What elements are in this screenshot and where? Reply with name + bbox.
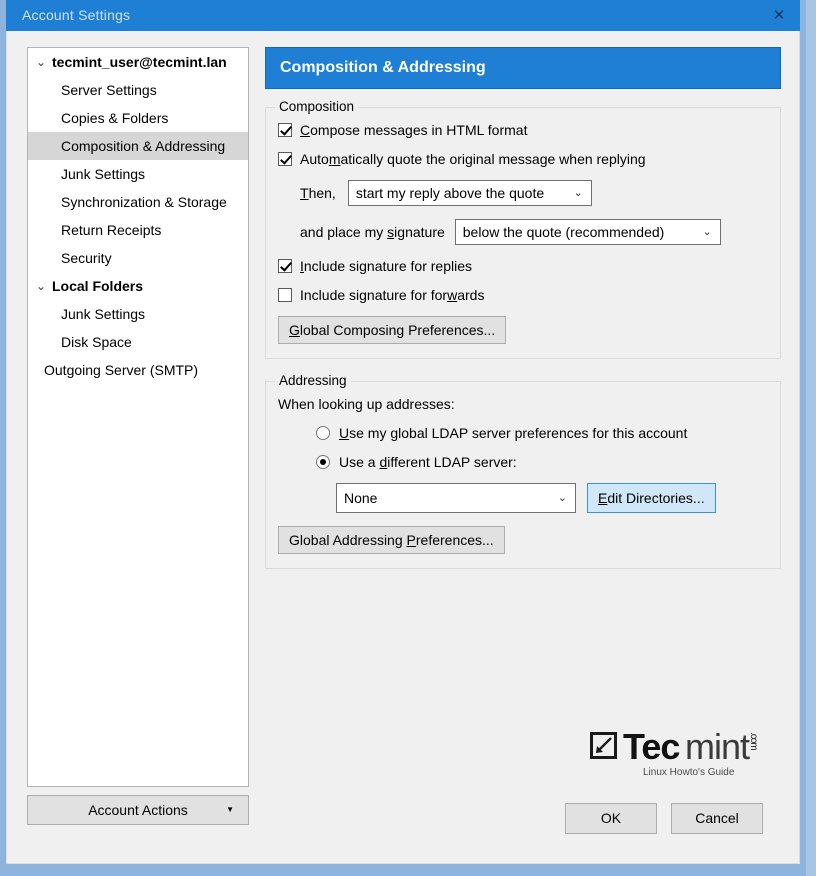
chevron-down-icon: ▼: [226, 805, 234, 814]
sidebar-item[interactable]: ⌄ tecmint_user@tecmint.lan: [28, 48, 248, 76]
sidebar-item-label: Composition & Addressing: [61, 138, 226, 154]
chevron-down-icon: ⌄: [573, 187, 583, 199]
sidebar-item[interactable]: Junk Settings: [28, 160, 248, 188]
sidebar-item-label: Security: [61, 250, 112, 266]
signature-forwards-checkbox[interactable]: [278, 288, 292, 302]
title-bar: Account Settings ✕: [6, 0, 800, 31]
page-title: Composition & Addressing: [265, 47, 781, 89]
lookup-addresses-label: When looking up addresses:: [278, 396, 455, 412]
edit-directories-label: dit Directories...: [607, 490, 705, 506]
chevron-down-icon: ⌄: [557, 492, 567, 504]
compose-html-row[interactable]: Compose messages in HTML format: [278, 122, 768, 138]
sidebar-item[interactable]: Composition & Addressing: [28, 132, 248, 160]
settings-pane: Composition & Addressing Composition Com…: [265, 47, 781, 569]
sidebar-item[interactable]: Synchronization & Storage: [28, 188, 248, 216]
cancel-button[interactable]: Cancel: [671, 803, 763, 834]
signature-position-label: and place my signature: [300, 224, 445, 240]
logo-suffix: .com: [748, 732, 759, 750]
signature-position-value: below the quote (recommended): [462, 224, 665, 240]
sidebar-item-label: Synchronization & Storage: [61, 194, 227, 210]
diagonal-arrow-icon: [596, 737, 612, 753]
ldap-server-row: None ⌄ Edit Directories...: [336, 483, 768, 513]
auto-quote-row[interactable]: Automatically quote the original message…: [278, 151, 768, 167]
sidebar-item-label: tecmint_user@tecmint.lan: [52, 54, 227, 70]
compose-html-checkbox[interactable]: [278, 123, 292, 137]
global-composing-preferences-label: lobal Composing Preferences...: [299, 322, 496, 338]
global-addressing-row: Global Addressing Preferences...: [278, 526, 768, 554]
reply-position-select[interactable]: start my reply above the quote ⌄: [347, 180, 592, 206]
different-ldap-label: Use a different LDAP server:: [339, 454, 517, 470]
signature-position-select[interactable]: below the quote (recommended) ⌄: [454, 219, 721, 245]
window-scrollbar-track[interactable]: [806, 0, 816, 876]
global-composing-row: Global Composing Preferences...: [278, 316, 768, 344]
logo-word-bold: Tec: [623, 726, 680, 767]
sidebar-item-label: Copies & Folders: [61, 110, 169, 126]
global-addressing-preferences-button[interactable]: Global Addressing Preferences...: [278, 526, 505, 554]
dialog-body: ⌄ tecmint_user@tecmint.lan Server Settings…: [6, 31, 800, 864]
sidebar-item-label: Server Settings: [61, 82, 157, 98]
edit-directories-button[interactable]: Edit Directories...: [587, 483, 716, 513]
sidebar-item-label: Junk Settings: [61, 166, 146, 182]
sidebar-item-label: Junk Settings: [61, 306, 146, 322]
signature-replies-row[interactable]: Include signature for replies: [278, 258, 768, 274]
logo-tagline: Linux Howto's Guide: [643, 767, 735, 778]
close-icon[interactable]: ✕: [758, 0, 800, 31]
ok-button[interactable]: OK: [565, 803, 657, 834]
sidebar-item[interactable]: Return Receipts: [28, 216, 248, 244]
signature-position-row: and place my signature below the quote (…: [300, 219, 768, 245]
composition-group: Composition Compose messages in HTML for…: [265, 99, 781, 359]
global-composing-preferences-button[interactable]: Global Composing Preferences...: [278, 316, 507, 344]
global-ldap-row[interactable]: Use my global LDAP server preferences fo…: [316, 425, 768, 441]
global-ldap-label: Use my global LDAP server preferences fo…: [339, 425, 688, 441]
sidebar-item-label: Return Receipts: [61, 222, 162, 238]
compose-html-label: Compose messages in HTML format: [300, 122, 528, 138]
reply-position-value: start my reply above the quote: [355, 185, 545, 201]
addressing-group-label: Addressing: [275, 373, 351, 388]
different-ldap-radio[interactable]: [316, 455, 330, 469]
then-row: Then, start my reply above the quote ⌄: [300, 180, 768, 206]
sidebar-item[interactable]: Outgoing Server (SMTP): [28, 356, 248, 384]
global-addressing-preferences-label: references...: [415, 532, 494, 548]
signature-replies-label: Include signature for replies: [300, 258, 472, 274]
sidebar-item[interactable]: Copies & Folders: [28, 104, 248, 132]
sidebar-item[interactable]: Junk Settings: [28, 300, 248, 328]
auto-quote-checkbox[interactable]: [278, 152, 292, 166]
application-window: Account Settings ✕ ⌄ tecmint_user@tecmint…: [0, 0, 816, 876]
sidebar-item-label: Disk Space: [61, 334, 132, 350]
sidebar-item[interactable]: ⌄ Local Folders: [28, 272, 248, 300]
sidebar-item-label: Outgoing Server (SMTP): [44, 362, 199, 378]
window-title: Account Settings: [22, 7, 131, 23]
sidebar-item-label: Local Folders: [52, 278, 144, 294]
composition-group-label: Composition: [275, 99, 359, 114]
different-ldap-row[interactable]: Use a different LDAP server:: [316, 454, 768, 470]
logo-word-light: mint: [685, 726, 750, 767]
global-ldap-radio[interactable]: [316, 426, 330, 440]
signature-forwards-row[interactable]: Include signature for forwards: [278, 287, 768, 303]
addressing-group: Addressing When looking up addresses: Us…: [265, 373, 781, 569]
auto-quote-label: Automatically quote the original message…: [300, 151, 646, 167]
signature-replies-checkbox[interactable]: [278, 259, 292, 273]
account-actions-label: Account Actions: [88, 802, 188, 818]
account-actions-button[interactable]: Account Actions ▼: [27, 795, 249, 825]
chevron-down-icon: ⌄: [702, 226, 712, 238]
account-tree[interactable]: ⌄ tecmint_user@tecmint.lan Server Settings…: [27, 47, 249, 787]
signature-forwards-label: Include signature for forwards: [300, 287, 485, 303]
sidebar-item[interactable]: Disk Space: [28, 328, 248, 356]
sidebar-item[interactable]: Security: [28, 244, 248, 272]
ldap-server-value: None: [344, 490, 378, 506]
ldap-server-select[interactable]: None ⌄: [336, 483, 576, 513]
sidebar-item[interactable]: Server Settings: [28, 76, 248, 104]
tecmint-logo: Tec mint .com Linux Howto's Guide: [590, 726, 765, 782]
then-label: Then,: [300, 185, 336, 201]
chevron-down-icon[interactable]: ⌄: [36, 272, 48, 300]
chevron-down-icon[interactable]: ⌄: [36, 48, 48, 76]
lookup-label-row: When looking up addresses:: [278, 396, 768, 412]
